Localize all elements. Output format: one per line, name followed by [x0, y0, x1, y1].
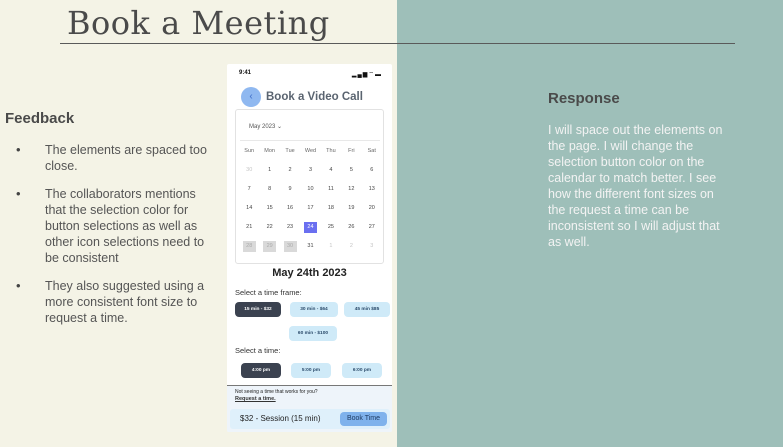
- timeframe-chip-30[interactable]: 30 min - $64: [290, 302, 338, 317]
- wifi-icon: ⌔: [368, 72, 375, 78]
- status-time: 9:41: [239, 70, 252, 76]
- calendar-day[interactable]: 29: [263, 241, 277, 252]
- calendar-day[interactable]: 4: [324, 165, 337, 176]
- calendar-day[interactable]: 21: [243, 222, 256, 233]
- request-time-link[interactable]: Request a time.: [235, 396, 276, 402]
- chevron-down-icon: ⌄: [277, 124, 283, 130]
- timeframe-label: Select a time frame:: [235, 288, 302, 297]
- session-bar: $32 - Session (15 min) Book Time: [230, 409, 390, 429]
- calendar-day[interactable]: 15: [263, 203, 276, 214]
- calendar-day[interactable]: 25: [324, 222, 337, 233]
- title-divider: [60, 43, 735, 44]
- back-button[interactable]: ‹: [241, 87, 261, 107]
- response-text: I will space out the elements on the pag…: [548, 123, 723, 249]
- calendar-day[interactable]: 3: [304, 165, 317, 176]
- calendar-divider: [240, 140, 380, 141]
- feedback-list: The elements are spaced too close. The c…: [14, 142, 214, 338]
- response-heading: Response: [548, 90, 620, 107]
- calendar-day[interactable]: 19: [345, 203, 358, 214]
- calendar-day[interactable]: 5: [345, 165, 358, 176]
- calendar-day[interactable]: 10: [304, 184, 317, 195]
- calendar-day[interactable]: 22: [263, 222, 276, 233]
- month-label: May 2023: [249, 124, 276, 130]
- timeframe-chip-45[interactable]: 45 min $85: [344, 302, 390, 317]
- calendar-day[interactable]: 8: [263, 184, 276, 195]
- status-icons: ▂▄▆⌔▬: [352, 70, 382, 78]
- feedback-heading: Feedback: [5, 110, 75, 127]
- weekday-header: Thu: [326, 148, 336, 154]
- time-chip-5pm[interactable]: 5:00 pm: [291, 363, 331, 378]
- calendar-day[interactable]: 20: [365, 203, 378, 214]
- weekday-header: Mon: [264, 148, 275, 154]
- feedback-item: The collaborators mentions that the sele…: [14, 186, 214, 266]
- calendar-day[interactable]: 3: [365, 241, 378, 252]
- calendar-day-selected[interactable]: 24: [303, 222, 317, 233]
- calendar: May 2023 ⌄ Sun Mon Tue Wed Thu Fri Sat 30 1 2 3 4 5 6…: [235, 109, 384, 264]
- calendar-day[interactable]: 27: [365, 222, 378, 233]
- weekday-header: Sun: [244, 148, 255, 154]
- calendar-day[interactable]: 18: [324, 203, 337, 214]
- selected-date: May 24th 2023: [272, 267, 347, 279]
- weekday-header: Tue: [285, 148, 295, 154]
- phone-title: Book a Video Call: [266, 91, 363, 103]
- calendar-day[interactable]: 23: [284, 222, 297, 233]
- book-time-button[interactable]: Book Time: [340, 412, 387, 426]
- session-summary: $32 - Session (15 min): [240, 414, 321, 423]
- battery-icon: ▬: [375, 72, 382, 78]
- calendar-day[interactable]: 26: [345, 222, 358, 233]
- calendar-day[interactable]: 13: [365, 184, 378, 195]
- timeframe-chip-15[interactable]: 15 min - $32: [235, 302, 281, 317]
- time-label: Select a time:: [235, 346, 281, 355]
- phone-mockup: 9:41 ▂▄▆⌔▬ ‹ Book a Video Call May 2023 …: [227, 64, 392, 432]
- feedback-item: They also suggested using a more consist…: [14, 278, 214, 326]
- calendar-day[interactable]: 31: [304, 241, 317, 252]
- weekday-header: Fri: [348, 148, 355, 154]
- calendar-day[interactable]: 2: [345, 241, 358, 252]
- time-chip-6pm[interactable]: 6:00 pm: [342, 363, 382, 378]
- calendar-day[interactable]: 28: [242, 241, 256, 252]
- calendar-day[interactable]: 2: [284, 165, 297, 176]
- weekday-header: Wed: [304, 148, 317, 154]
- calendar-grid: Sun Mon Tue Wed Thu Fri Sat 30 1 2 3 4 5 6 7 8 9 10 11 12 13…: [239, 146, 382, 252]
- phone-footer: Not seeing a time that works for you? Re…: [227, 385, 392, 432]
- feedback-item: The elements are spaced too close.: [14, 142, 214, 174]
- calendar-day[interactable]: 11: [324, 184, 337, 195]
- time-chip-4pm[interactable]: 4:00 pm: [241, 363, 281, 378]
- signal-icon: ▂▄▆: [351, 72, 369, 78]
- weekday-header: Sat: [367, 148, 376, 154]
- calendar-day[interactable]: 6: [365, 165, 378, 176]
- calendar-day[interactable]: 17: [304, 203, 317, 214]
- calendar-day[interactable]: 1: [324, 241, 337, 252]
- calendar-day[interactable]: 14: [243, 203, 256, 214]
- timeframe-chip-60[interactable]: 60 min - $100: [289, 326, 337, 341]
- calendar-day[interactable]: 12: [345, 184, 358, 195]
- calendar-day[interactable]: 30: [283, 241, 297, 252]
- month-selector[interactable]: May 2023 ⌄: [249, 123, 282, 130]
- slide-title: Book a Meeting: [67, 4, 330, 42]
- request-prompt: Not seeing a time that works for you?: [235, 389, 318, 395]
- calendar-day[interactable]: 30: [243, 165, 256, 176]
- calendar-day[interactable]: 16: [284, 203, 297, 214]
- calendar-day[interactable]: 7: [243, 184, 256, 195]
- chevron-left-icon: ‹: [249, 91, 253, 102]
- calendar-day[interactable]: 9: [284, 184, 297, 195]
- calendar-day[interactable]: 1: [263, 165, 276, 176]
